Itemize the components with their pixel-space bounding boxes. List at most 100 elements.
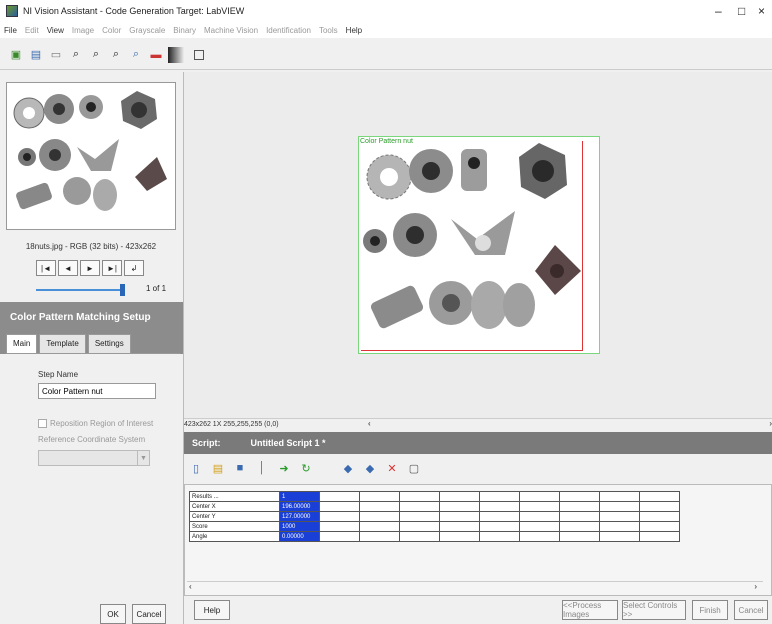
browse-images-icon[interactable]: ▤ xyxy=(28,47,44,63)
menu-grayscale[interactable]: Grayscale xyxy=(129,26,165,35)
image-navigation: |◄ ◄ ► ►| ↲ xyxy=(36,260,144,276)
select-image-button[interactable]: ↲ xyxy=(124,260,144,276)
chevron-right-icon[interactable]: › xyxy=(754,582,757,591)
loop-icon[interactable]: ↻ xyxy=(298,460,314,476)
move-right-icon[interactable]: ◆ xyxy=(362,460,378,476)
main-toolbar: ▣ ▤ ▭ ⌕ ⌕ ⌕ ⌕ ▬ xyxy=(0,40,772,70)
menu-machine-vision[interactable]: Machine Vision xyxy=(204,26,258,35)
chevron-left-icon[interactable]: ‹ xyxy=(368,419,371,428)
window-title: NI Vision Assistant - Code Generation Ta… xyxy=(23,6,245,16)
tab-template[interactable]: Template xyxy=(39,334,86,354)
zoom-actual-icon[interactable]: ⌕ xyxy=(128,47,144,63)
process-images-icon[interactable]: ▭ xyxy=(48,47,64,63)
grayscale-palette-icon[interactable] xyxy=(168,46,184,63)
tab-settings[interactable]: Settings xyxy=(87,334,131,354)
image-canvas[interactable]: Color Pattern nut xyxy=(184,72,772,418)
select-controls-button[interactable]: Select Controls >> xyxy=(622,600,686,620)
color-palette-icon[interactable]: ▬ xyxy=(148,47,164,63)
process-images-button[interactable]: <<Process Images xyxy=(562,600,618,620)
reposition-roi-label: Reposition Region of Interest xyxy=(50,419,154,428)
next-image-button[interactable]: ► xyxy=(80,260,100,276)
menu-file[interactable]: File xyxy=(4,26,17,35)
minimize-button[interactable]: – xyxy=(715,4,722,18)
previous-image-button[interactable]: ◄ xyxy=(58,260,78,276)
move-left-icon[interactable]: ◆ xyxy=(340,460,356,476)
menu-image[interactable]: Image xyxy=(72,26,94,35)
slider-handle[interactable] xyxy=(120,284,125,296)
cancel-script-button[interactable]: Cancel xyxy=(734,600,768,620)
image-status-bar: 423x262 1X 255,255,255 (0,0) ‹ › xyxy=(184,418,772,432)
menu-bar: File Edit View Image Color Grayscale Bin… xyxy=(0,22,772,38)
vision-assistant-window: NI Vision Assistant - Code Generation Ta… xyxy=(0,0,772,624)
table-row: Results ... 1 xyxy=(189,491,680,502)
zoom-in-icon[interactable]: ⌕ xyxy=(68,47,84,63)
run-once-icon[interactable]: │ xyxy=(254,460,270,476)
result-value[interactable]: 0.00000 xyxy=(279,531,320,542)
chevron-down-icon: ▼ xyxy=(137,451,149,465)
result-value[interactable]: 1 xyxy=(279,491,320,502)
table-row: Center Y 127.00000 xyxy=(189,511,680,522)
reference-coordinate-label: Reference Coordinate System xyxy=(38,435,146,444)
rectangle-tool-icon[interactable] xyxy=(194,49,204,60)
script-header: Script: Untitled Script 1 * xyxy=(184,432,772,454)
step-name-input[interactable] xyxy=(38,383,156,399)
roi-label: Color Pattern nut xyxy=(360,138,413,145)
edit-step-icon[interactable]: ▢ xyxy=(406,460,422,476)
ok-button[interactable]: OK xyxy=(100,604,126,624)
app-icon xyxy=(6,5,18,17)
finish-button[interactable]: Finish xyxy=(692,600,728,620)
image-status-text: 423x262 1X 255,255,255 (0,0) xyxy=(184,421,279,428)
result-label: Angle xyxy=(189,531,280,542)
nuts-thumbnail-image xyxy=(13,91,167,211)
maximize-button[interactable]: □ xyxy=(738,4,745,18)
run-step-icon[interactable]: ➜ xyxy=(276,460,292,476)
last-image-button[interactable]: ►| xyxy=(102,260,122,276)
script-name: Untitled Script 1 * xyxy=(250,438,326,448)
result-label: Center Y xyxy=(189,511,280,522)
zoom-fit-icon[interactable]: ⌕ xyxy=(108,47,124,63)
menu-view[interactable]: View xyxy=(47,26,64,35)
cancel-step-button[interactable]: Cancel xyxy=(132,604,166,624)
script-label: Script: xyxy=(192,438,221,448)
help-button[interactable]: Help xyxy=(194,600,230,620)
tab-main[interactable]: Main xyxy=(6,334,38,354)
result-label: Score xyxy=(189,521,280,532)
menu-binary[interactable]: Binary xyxy=(173,26,196,35)
results-panel: Results ... 1 Center X 196.00000 Center … xyxy=(184,484,772,596)
menu-edit[interactable]: Edit xyxy=(25,26,39,35)
first-image-button[interactable]: |◄ xyxy=(36,260,56,276)
acquire-image-icon[interactable]: ▣ xyxy=(8,47,24,63)
result-value[interactable]: 196.00000 xyxy=(279,501,320,512)
result-value[interactable]: 1000 xyxy=(279,521,320,532)
step-name-label: Step Name xyxy=(38,370,79,379)
table-row: Score 1000 xyxy=(189,521,680,532)
save-script-icon[interactable]: ■ xyxy=(232,460,248,476)
table-row: Angle 0.00000 xyxy=(189,531,680,542)
menu-tools[interactable]: Tools xyxy=(319,26,338,35)
region-of-interest[interactable] xyxy=(361,141,583,351)
menu-help[interactable]: Help xyxy=(346,26,362,35)
image-display[interactable]: Color Pattern nut xyxy=(358,136,600,354)
left-panel: 18nuts.jpg - RGB (32 bits) - 423x262 |◄ … xyxy=(0,72,184,624)
reposition-roi-checkbox[interactable]: Reposition Region of Interest xyxy=(38,419,153,428)
menu-identification[interactable]: Identification xyxy=(266,26,311,35)
chevron-left-icon[interactable]: ‹ xyxy=(189,582,192,591)
reposition-roi-checkbox-box[interactable] xyxy=(38,419,47,428)
menu-color[interactable]: Color xyxy=(102,26,121,35)
image-thumbnail[interactable] xyxy=(6,82,176,230)
reference-coordinate-select[interactable]: ▼ xyxy=(38,450,150,466)
result-label: Center X xyxy=(189,501,280,512)
new-script-icon[interactable]: ▯ xyxy=(188,460,204,476)
setup-tabs: Main Template Settings xyxy=(6,334,133,354)
delete-step-icon[interactable]: ✕ xyxy=(384,460,400,476)
slider-track[interactable] xyxy=(36,289,122,291)
results-scrollbar[interactable]: ‹ › xyxy=(187,581,763,593)
title-bar: NI Vision Assistant - Code Generation Ta… xyxy=(0,0,772,22)
close-button[interactable]: × xyxy=(758,4,765,18)
open-script-icon[interactable]: ▤ xyxy=(210,460,226,476)
page-indicator: 1 of 1 xyxy=(146,284,167,293)
footer-bar: Help <<Process Images Select Controls >>… xyxy=(184,596,772,624)
zoom-out-icon[interactable]: ⌕ xyxy=(88,47,104,63)
result-value[interactable]: 127.00000 xyxy=(279,511,320,522)
result-label: Results ... xyxy=(189,491,280,502)
